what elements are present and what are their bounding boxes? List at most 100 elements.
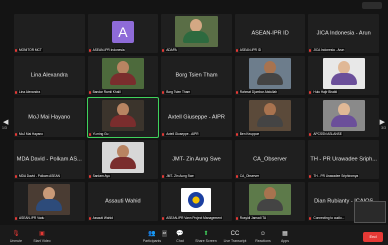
view-button[interactable] (362, 2, 382, 9)
organization-logo (181, 187, 212, 212)
participant-label: Ben Keuppoe (238, 132, 261, 136)
participant-label: JICA Indonesia - Arun (312, 48, 346, 52)
participant-tile[interactable]: TH - PR Urawadee Sriph... TH - PR Urawade… (308, 140, 379, 179)
participant-tile[interactable]: ASEAN-IPR ID ASEAN-IPR ID (234, 14, 306, 53)
page-indicator-right: 3/3 (381, 126, 386, 130)
start-video-label: Start Video (33, 239, 51, 243)
start-video-button[interactable]: ▣ Start Video (30, 231, 54, 243)
unmute-button[interactable]: 🎙 Unmute (6, 231, 26, 243)
participant-figure (183, 18, 210, 43)
mic-muted-icon (162, 175, 165, 178)
mic-muted-icon (309, 217, 312, 220)
self-view-thumbnail[interactable] (354, 201, 386, 223)
reactions-label: Reactions (255, 239, 271, 243)
participant-label: CA_Observer (238, 174, 261, 178)
chat-button[interactable]: 💬 Chat (172, 231, 188, 243)
participant-tile[interactable]: Rusyidi Jamadi TA (234, 182, 306, 221)
participant-label: MDA David - Polkam ASEAN (18, 174, 61, 178)
participants-label: Participants (142, 239, 162, 243)
mic-muted-icon (235, 133, 238, 136)
participant-video (101, 99, 145, 131)
participant-video (248, 99, 292, 131)
mic-muted-icon (235, 91, 238, 94)
participant-tile[interactable]: Rahmat Djumbar Abdullah (234, 56, 306, 95)
participant-figure (257, 186, 284, 211)
mic-muted-icon (15, 49, 17, 52)
smile-icon: ☺ (259, 231, 267, 237)
end-button[interactable]: End (363, 232, 383, 242)
participant-label: ASEAN-IPR Vann Project Management (165, 216, 223, 220)
participant-tile[interactable]: APCSSN ASLANSE (308, 98, 379, 137)
participant-label: JMT- Zin Aung Swe (165, 174, 195, 178)
participant-name: Lina Alexandra (30, 71, 68, 78)
mic-muted-icon (309, 91, 312, 94)
participant-label: Hulu Hajir Bhakti (312, 90, 339, 94)
participant-tile[interactable]: Borg Tsien Tham Borg Tsien Tham (161, 56, 232, 95)
unmute-label: Unmute (9, 239, 23, 243)
meeting-toolbar: 🎙 Unmute ▣ Start Video 👥 48 Participants … (0, 225, 388, 245)
participant-figure (109, 144, 136, 169)
mic-muted-icon (88, 175, 91, 178)
participant-tile[interactable]: JICA Indonesia - Arun JICA Indonesia - Ar… (308, 14, 379, 53)
mic-muted-icon (162, 49, 165, 52)
share-screen-button[interactable]: ⬆ Share Screen (194, 231, 218, 243)
participant-video (322, 99, 365, 131)
participant-label: ASEAN-IPR ID (238, 48, 263, 52)
mic-muted-icon (309, 175, 312, 178)
participant-label: Yi-ming Gu (91, 132, 110, 136)
participant-tile[interactable]: Yi-ming Gu (86, 97, 160, 138)
participant-tile[interactable]: MoJ Mai Hayano MoJ Mai Hayano (14, 98, 85, 137)
participant-name: CA_Observer (253, 155, 288, 162)
participant-tile[interactable]: ASEAN-IPR Vadu (14, 182, 85, 221)
video-off-icon: ▣ (39, 231, 45, 237)
mic-muted-icon (88, 91, 91, 94)
page-next-icon[interactable]: ▶ (380, 118, 385, 126)
mic-muted-icon (162, 91, 165, 94)
participant-tile[interactable]: ADAPA (161, 14, 232, 53)
page-indicator-left: 1/3 (2, 126, 7, 130)
reactions-button[interactable]: ☺ Reactions (252, 231, 274, 243)
participant-tile[interactable]: Sardam Ayu (87, 140, 159, 179)
participant-tile[interactable]: ASEAN-IPR Vann Project Management (161, 182, 232, 221)
participant-tile[interactable]: Assauti Wahid Assauti Wahid (87, 182, 159, 221)
participant-tile[interactable]: CA_Observer CA_Observer (234, 140, 306, 179)
apps-button[interactable]: ▦ Apps (278, 231, 292, 243)
mic-muted-icon (15, 175, 17, 178)
participant-label: ASEAN-IPR Vadu (18, 216, 46, 220)
participant-tile[interactable]: Ben Keuppoe (234, 98, 306, 137)
mic-muted-icon (309, 49, 312, 52)
participant-tile[interactable]: JMT- Zin Aung Swe JMT- Zin Aung Swe (161, 140, 232, 179)
mic-muted-icon (15, 133, 17, 136)
participant-video (101, 57, 145, 89)
participant-label: MONITOR MCT (18, 48, 43, 52)
participant-label: Rusyidi Jamadi TA (238, 216, 268, 220)
participant-video (248, 183, 292, 215)
participant-name: ASEAN-IPR ID (251, 29, 289, 36)
participant-label: Bandar Ramli Khalil (91, 90, 122, 94)
participant-figure (109, 102, 136, 127)
participant-label: Assauti Wahid (91, 216, 114, 220)
chat-icon: 💬 (176, 231, 184, 237)
participant-label: Connecting to audio... (312, 216, 346, 220)
cc-icon: CC (230, 231, 240, 237)
live-transcript-label: Live Transcript (223, 239, 247, 243)
participant-tile[interactable]: Axtell Giuseppe - AIPR Axtell Giuseppe - … (161, 98, 232, 137)
mic-muted-icon (15, 91, 17, 94)
live-transcript-button[interactable]: CC Live Transcript (222, 231, 248, 243)
participant-tile[interactable]: MONITOR MCT (14, 14, 85, 53)
participant-figure (257, 102, 284, 127)
participant-tile[interactable]: Bandar Ramli Khalil (87, 56, 159, 95)
page-prev-icon[interactable]: ◀ (3, 118, 8, 126)
participant-name: JICA Indonesia - Arun (316, 29, 371, 36)
participant-label: Lina Alexandra (18, 90, 42, 94)
participant-tile[interactable]: Hulu Hajir Bhakti (308, 56, 379, 95)
mic-muted-icon (88, 217, 91, 220)
participants-button[interactable]: 👥 48 Participants (140, 230, 167, 243)
participant-tile[interactable]: Lina Alexandra Lina Alexandra (14, 56, 85, 95)
mic-muted-icon (162, 133, 165, 136)
participant-tile[interactable]: MDA David - Polkam AS... MDA David - Polk… (14, 140, 85, 179)
apps-icon: ▦ (282, 231, 288, 237)
participant-tile[interactable]: A ASEAN-IPR Indonesia (87, 14, 159, 53)
participant-name: Assauti Wahid (105, 197, 141, 204)
participant-label: TH - PR Urawadee Sriphiromya (312, 174, 360, 178)
